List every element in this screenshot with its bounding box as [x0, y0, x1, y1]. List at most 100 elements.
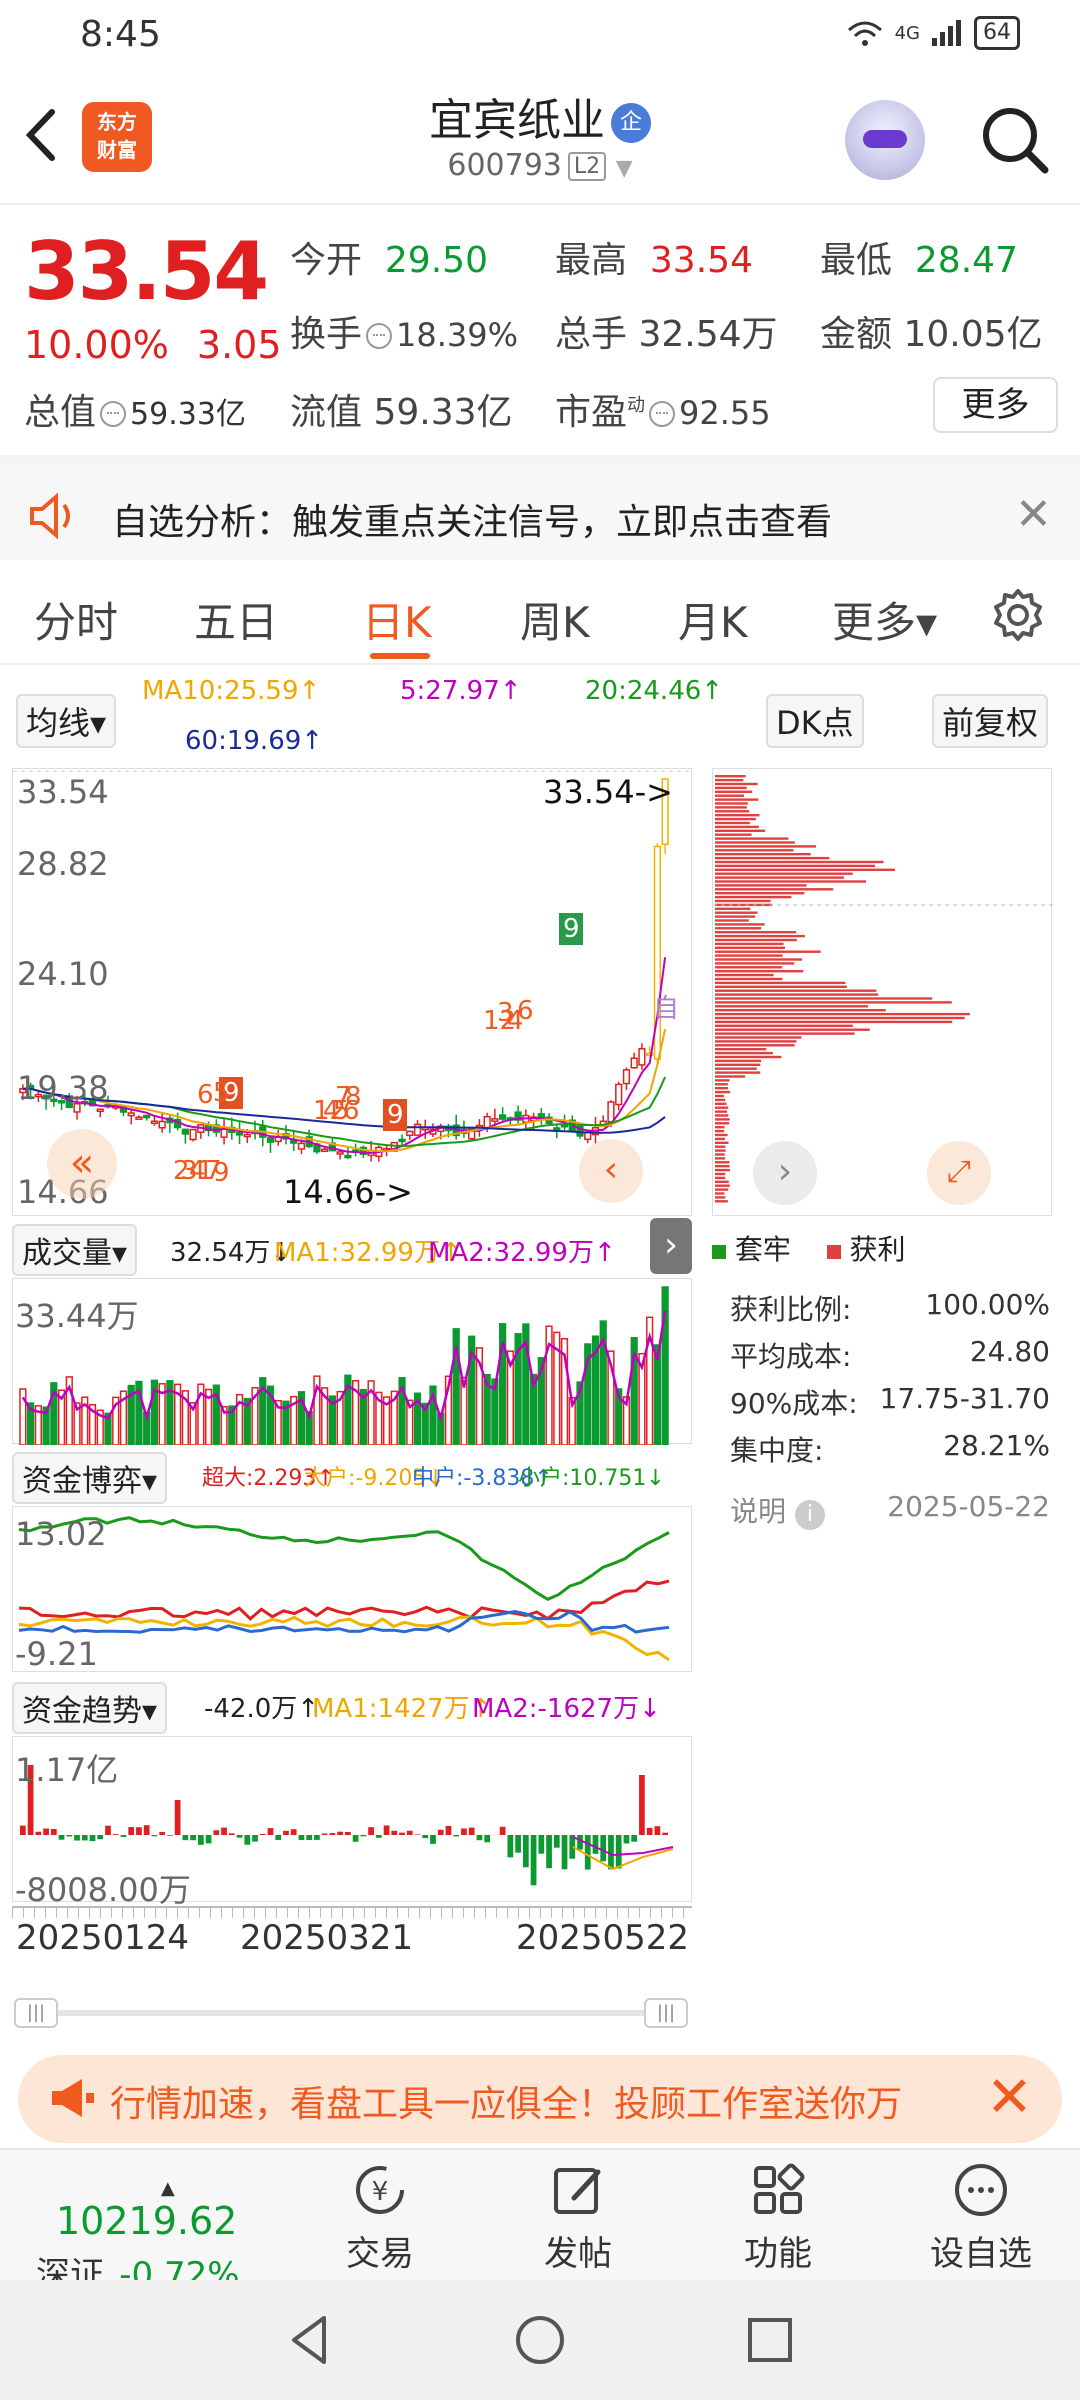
gear-icon[interactable]: [990, 587, 1046, 643]
fullscreen-icon[interactable]: ⤢: [927, 1141, 991, 1205]
slider-left-handle[interactable]: |||: [14, 1998, 58, 2028]
info-icon[interactable]: [366, 323, 393, 349]
chip-bar: [715, 973, 774, 977]
fund-game-chart[interactable]: 13.02 -9.21: [12, 1506, 692, 1673]
scroll-left-button[interactable]: «: [47, 1129, 117, 1199]
tab-more[interactable]: 更多▾: [832, 589, 937, 650]
candle-body: [243, 1133, 251, 1138]
chip-bar: [715, 997, 933, 1000]
chip-bar: [715, 1079, 730, 1082]
chip-bar: [715, 942, 784, 946]
recents-nav-icon[interactable]: [740, 2310, 800, 2370]
signal-marker: 6: [197, 1080, 214, 1110]
fund-trend-bar: [430, 1835, 436, 1844]
step-right-button[interactable]: ›: [753, 1141, 817, 1205]
chip-label: 90%成本:: [730, 1387, 858, 1420]
chip-bar: [715, 1009, 886, 1012]
chip-bar: [715, 860, 884, 864]
ma60-label: 60:19.69↑: [185, 726, 324, 756]
close-icon[interactable]: ✕: [1015, 489, 1052, 540]
fund-trend-bar: [213, 1830, 220, 1835]
slider-right-handle[interactable]: |||: [644, 1998, 688, 2028]
stock-name: 宜宾纸业: [429, 95, 605, 146]
promo-banner[interactable]: 行情加速，看盘工具一应俱全！投顾工作室送你万 ✕: [18, 2055, 1062, 2143]
tab-daily-k[interactable]: 日K: [362, 589, 432, 650]
candle-body: [398, 1138, 406, 1143]
nav-trade[interactable]: ¥ 交易: [320, 2150, 440, 2282]
fund-trend-bar: [151, 1835, 158, 1837]
system-nav-bar: [0, 2280, 1080, 2400]
tab-five-day[interactable]: 五日: [194, 589, 278, 650]
assistant-avatar[interactable]: [845, 100, 925, 180]
fund-trend-bar: [252, 1835, 258, 1842]
expand-panel-button[interactable]: ›: [650, 1218, 692, 1274]
chip-bar: [715, 981, 846, 985]
candle-body: [406, 1130, 414, 1137]
chip-bar: [715, 1126, 725, 1129]
search-icon: [983, 108, 1049, 174]
step-left-button[interactable]: ‹: [579, 1139, 643, 1203]
close-icon[interactable]: ✕: [986, 2065, 1033, 2130]
info-icon[interactable]: [649, 401, 676, 427]
fund-trend-selector[interactable]: 资金趋势▾: [12, 1682, 168, 1734]
chip-bar: [715, 1145, 726, 1148]
nav-post[interactable]: 发帖: [518, 2150, 638, 2282]
kline-chart[interactable]: 965782341791245691234689自 33.54 28.82 24…: [12, 768, 693, 1216]
quote-row-3: 流值 59.33亿 市盈动 92.55: [290, 383, 820, 435]
fund-trend-bar: [97, 1835, 104, 1840]
fund-trend-bar: [391, 1830, 398, 1835]
fund-trend-legend: 资金趋势▾ -42.0万↑ MA1:1427万↑ MA2:-1627万↓: [12, 1680, 692, 1734]
fund-trend-bar: [577, 1835, 583, 1850]
chip-bar: [715, 1055, 782, 1059]
ma-selector[interactable]: 均线▾: [16, 694, 117, 748]
tab-weekly-k[interactable]: 周K: [520, 589, 590, 650]
fund-trend-bar: [468, 1827, 475, 1835]
stock-header: 东方 财富 宜宾纸业企 600793 L2 ▼: [0, 70, 1080, 205]
open-label: 今开: [290, 240, 363, 281]
candle-body: [127, 1112, 135, 1117]
info-icon[interactable]: [100, 401, 127, 427]
fund-trend-chart[interactable]: 1.17亿 -8008.00万: [12, 1736, 692, 1909]
battery-icon: 64: [974, 16, 1020, 50]
more-button[interactable]: 更多: [933, 377, 1058, 433]
fund-trend-bar: [136, 1827, 142, 1835]
chip-legend: 套牢 获利: [712, 1228, 905, 1268]
search-button[interactable]: [975, 100, 1055, 180]
ma-legend: 均线▾ MA10:25.59↑ 5:27.97↑ 20:24.46↑ 60:19…: [0, 668, 1080, 758]
candle-body: [96, 1108, 104, 1113]
volume-selector[interactable]: 成交量▾: [12, 1224, 138, 1276]
chip-bar: [715, 868, 895, 871]
tab-monthly-k[interactable]: 月K: [678, 589, 748, 650]
nav-functions[interactable]: 功能: [718, 2150, 838, 2282]
adjust-button[interactable]: 前复权: [932, 694, 1049, 748]
volume-chart[interactable]: 33.44万: [12, 1278, 692, 1446]
fund-trend-bar: [538, 1835, 545, 1854]
chip-note[interactable]: 说明 i: [730, 1490, 825, 1530]
chip-bar: [715, 1110, 728, 1113]
range-slider[interactable]: ||| |||: [14, 1998, 690, 2028]
chip-bar: [715, 856, 830, 860]
chip-bar: [715, 962, 795, 965]
chip-distribution[interactable]: › ⤢: [712, 768, 1053, 1216]
fund-game-selector[interactable]: 资金博弈▾: [12, 1452, 168, 1504]
wifi-icon: [847, 21, 882, 46]
mktcap: 总值 59.33亿: [24, 383, 246, 435]
chip-bar: [715, 915, 756, 918]
index-widget[interactable]: ▲ 10219.62 深证 -0.72%: [36, 2178, 240, 2296]
chip-bar: [715, 810, 750, 813]
chip-bar: [715, 1157, 726, 1160]
fund-trend-bar: [244, 1835, 251, 1845]
amount-label: 金额: [820, 314, 893, 355]
analysis-notice[interactable]: 自选分析：触发重点关注信号，立即点击查看 ✕: [0, 455, 1080, 560]
edit-icon: [554, 2168, 601, 2214]
back-nav-icon[interactable]: [280, 2310, 340, 2370]
volume-bar: [19, 1388, 27, 1446]
status-time: 8:45: [80, 14, 161, 55]
chip-bar: [715, 1067, 757, 1070]
chip-bar: [715, 919, 749, 922]
chip-bar: [715, 1137, 726, 1141]
dk-button[interactable]: DK点: [766, 694, 864, 748]
tab-intraday[interactable]: 分时: [34, 589, 118, 650]
nav-add-watchlist[interactable]: 设自选: [916, 2150, 1046, 2282]
home-nav-icon[interactable]: [510, 2310, 570, 2370]
